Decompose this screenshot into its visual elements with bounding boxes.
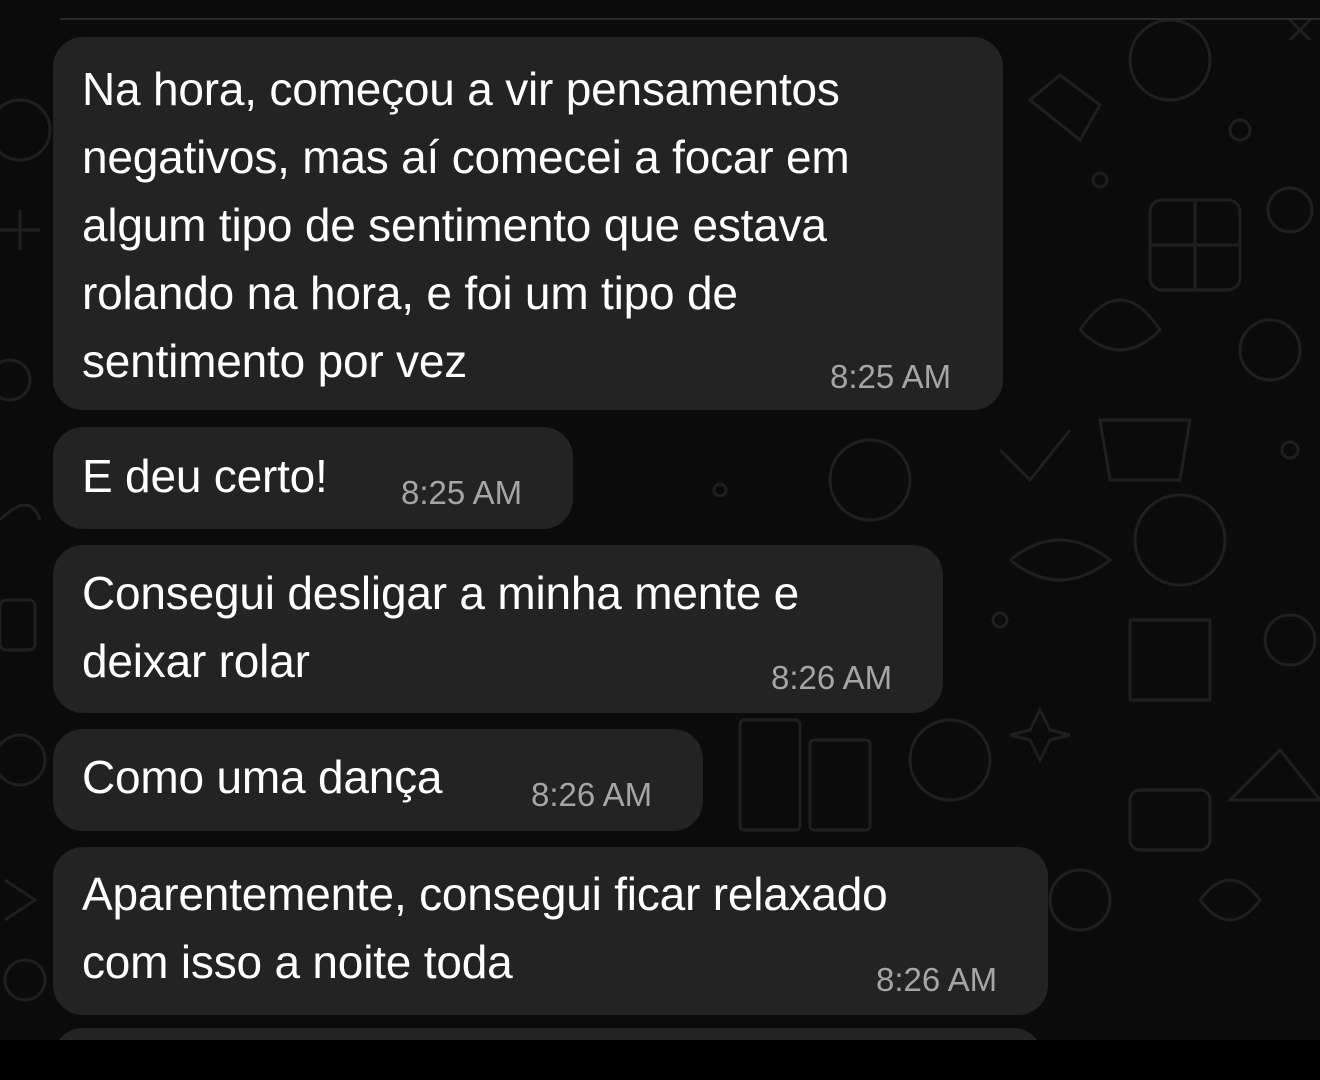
bottom-bar	[0, 1040, 1320, 1080]
message-timestamp: 8:26 AM	[876, 961, 998, 998]
message-text: Aparentemente, consegui ficar relaxado c…	[82, 868, 888, 988]
top-divider	[60, 18, 1320, 20]
message-timestamp: 8:25 AM	[401, 474, 523, 511]
message-text: E deu certo!	[82, 450, 328, 502]
message-bubble[interactable]: Aparentemente, consegui ficar relaxado c…	[53, 847, 1048, 1015]
message-text: Consegui desligar a minha mente e deixar…	[82, 567, 800, 687]
message-bubble[interactable]: Na hora, começou a vir pensamentos negat…	[53, 37, 1003, 410]
message-timestamp: 8:25 AM	[830, 358, 952, 395]
message-timestamp: 8:26 AM	[771, 659, 893, 696]
chat-screen: Na hora, começou a vir pensamentos negat…	[0, 0, 1320, 1080]
message-bubble[interactable]: E deu certo! 8:25 AM	[53, 427, 573, 529]
message-timestamp: 8:26 AM	[531, 776, 653, 813]
message-bubble[interactable]: Como uma dança 8:26 AM	[53, 729, 703, 831]
message-text: Na hora, começou a vir pensamentos negat…	[82, 63, 850, 387]
message-bubble[interactable]: Consegui desligar a minha mente e deixar…	[53, 545, 943, 713]
message-text: Como uma dança	[82, 751, 443, 803]
